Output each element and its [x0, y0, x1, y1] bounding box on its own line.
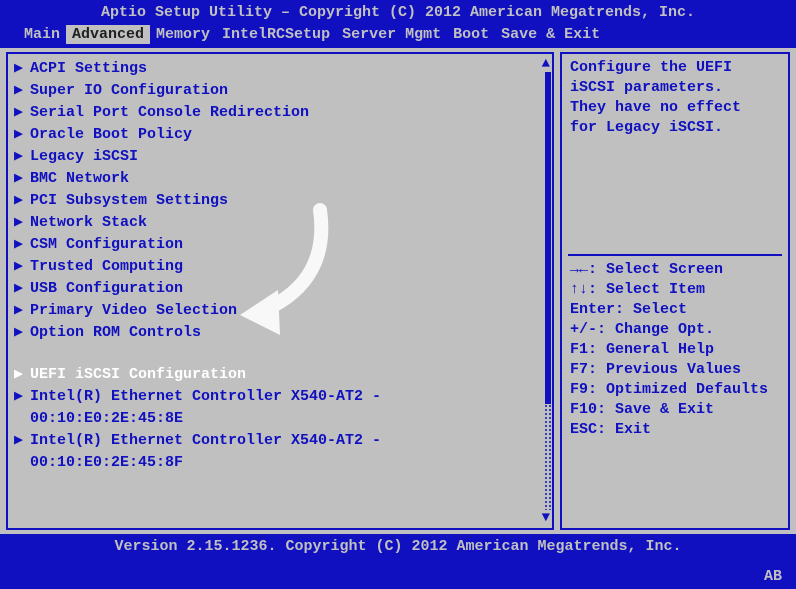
submenu-arrow-icon: ▶ — [14, 301, 30, 321]
keyhelp-row: ESC: Exit — [570, 420, 780, 440]
help-line: iSCSI parameters. — [570, 78, 780, 98]
keyhelp-row: →←: Select Screen — [570, 260, 780, 280]
menu-item[interactable]: ▶UEFI iSCSI Configuration — [8, 364, 552, 386]
key-help: →←: Select Screen↑↓: Select ItemEnter: S… — [562, 260, 788, 444]
menu-item[interactable]: ▶PCI Subsystem Settings — [8, 190, 552, 212]
scrollbar-thumb[interactable] — [544, 404, 552, 510]
menu-item-label: Trusted Computing — [30, 257, 183, 277]
menu-item[interactable]: ▶Trusted Computing — [8, 256, 552, 278]
menu-item[interactable]: ▶Option ROM Controls — [8, 322, 552, 344]
keyhelp-row: F10: Save & Exit — [570, 400, 780, 420]
submenu-arrow-icon: ▶ — [14, 431, 30, 451]
menu-item[interactable]: ▶Network Stack — [8, 212, 552, 234]
scroll-down-icon[interactable]: ▼ — [542, 510, 550, 526]
tab-advanced[interactable]: Advanced — [66, 25, 150, 44]
menu-item[interactable]: ▶Legacy iSCSI — [8, 146, 552, 168]
menu-item[interactable]: ▶Primary Video Selection — [8, 300, 552, 322]
help-line: Configure the UEFI — [570, 58, 780, 78]
menu-item[interactable]: ▶Intel(R) Ethernet Controller X540-AT2 - — [8, 430, 552, 452]
menu-item-label: Serial Port Console Redirection — [30, 103, 309, 123]
submenu-arrow-icon: ▶ — [14, 103, 30, 123]
menu-item-subtext: 00:10:E0:2E:45:8E — [8, 408, 552, 430]
submenu-arrow-icon: ▶ — [14, 257, 30, 277]
menu-item-label: Intel(R) Ethernet Controller X540-AT2 - — [30, 387, 381, 407]
menu-item[interactable]: ▶Oracle Boot Policy — [8, 124, 552, 146]
keyhelp-row: F9: Optimized Defaults — [570, 380, 780, 400]
help-line: for Legacy iSCSI. — [570, 118, 780, 138]
settings-panel: ▲ ▼ ▶ACPI Settings▶Super IO Configuratio… — [6, 52, 554, 530]
menu-item-label: PCI Subsystem Settings — [30, 191, 228, 211]
keyhelp-row: +/-: Change Opt. — [570, 320, 780, 340]
help-line: They have no effect — [570, 98, 780, 118]
menu-item-label: Super IO Configuration — [30, 81, 228, 101]
submenu-arrow-icon: ▶ — [14, 365, 30, 385]
version-footer: Version 2.15.1236. Copyright (C) 2012 Am… — [0, 534, 796, 559]
menu-item-label: Network Stack — [30, 213, 147, 233]
help-text: Configure the UEFIiSCSI parameters.They … — [562, 54, 788, 142]
menu-item[interactable]: ▶ACPI Settings — [8, 58, 552, 80]
menu-item-label: USB Configuration — [30, 279, 183, 299]
tab-boot[interactable]: Boot — [447, 25, 495, 44]
keyhelp-row: F1: General Help — [570, 340, 780, 360]
menu-item-label: BMC Network — [30, 169, 129, 189]
menu-item[interactable]: ▶USB Configuration — [8, 278, 552, 300]
advanced-menu-list: ▶ACPI Settings▶Super IO Configuration▶Se… — [8, 54, 552, 478]
menu-item-label: Primary Video Selection — [30, 301, 237, 321]
panel-divider — [568, 254, 782, 256]
submenu-arrow-icon: ▶ — [14, 323, 30, 343]
menu-item-label: Option ROM Controls — [30, 323, 201, 343]
submenu-arrow-icon: ▶ — [14, 147, 30, 167]
menu-item[interactable]: ▶CSM Configuration — [8, 234, 552, 256]
menu-item-label: Legacy iSCSI — [30, 147, 138, 167]
submenu-arrow-icon: ▶ — [14, 191, 30, 211]
menu-item[interactable]: ▶Serial Port Console Redirection — [8, 102, 552, 124]
menu-item-label: UEFI iSCSI Configuration — [30, 365, 246, 385]
menu-item[interactable]: ▶BMC Network — [8, 168, 552, 190]
help-panel: Configure the UEFIiSCSI parameters.They … — [560, 52, 790, 530]
keyhelp-row: ↑↓: Select Item — [570, 280, 780, 300]
submenu-arrow-icon: ▶ — [14, 213, 30, 233]
keyhelp-row: F7: Previous Values — [570, 360, 780, 380]
menu-item-subtext: 00:10:E0:2E:45:8F — [8, 452, 552, 474]
menu-item-label: Intel(R) Ethernet Controller X540-AT2 - — [30, 431, 381, 451]
menu-item-label: CSM Configuration — [30, 235, 183, 255]
tab-memory[interactable]: Memory — [150, 25, 216, 44]
corner-badge: AB — [764, 568, 782, 585]
top-menubar: Main Advanced Memory IntelRCSetup Server… — [0, 23, 796, 48]
tab-main[interactable]: Main — [18, 25, 66, 44]
submenu-arrow-icon: ▶ — [14, 169, 30, 189]
tab-server-mgmt[interactable]: Server Mgmt — [336, 25, 447, 44]
menu-item-label: ACPI Settings — [30, 59, 147, 79]
submenu-arrow-icon: ▶ — [14, 59, 30, 79]
scroll-up-icon[interactable]: ▲ — [542, 56, 550, 72]
utility-title: Aptio Setup Utility – Copyright (C) 2012… — [0, 0, 796, 23]
tab-save-exit[interactable]: Save & Exit — [495, 25, 606, 44]
submenu-arrow-icon: ▶ — [14, 235, 30, 255]
submenu-arrow-icon: ▶ — [14, 279, 30, 299]
submenu-arrow-icon: ▶ — [14, 387, 30, 407]
tab-intelrcsetup[interactable]: IntelRCSetup — [216, 25, 336, 44]
menu-item[interactable]: ▶Intel(R) Ethernet Controller X540-AT2 - — [8, 386, 552, 408]
menu-item-label: Oracle Boot Policy — [30, 125, 192, 145]
menu-item[interactable]: ▶Super IO Configuration — [8, 80, 552, 102]
submenu-arrow-icon: ▶ — [14, 125, 30, 145]
keyhelp-row: Enter: Select — [570, 300, 780, 320]
submenu-arrow-icon: ▶ — [14, 81, 30, 101]
